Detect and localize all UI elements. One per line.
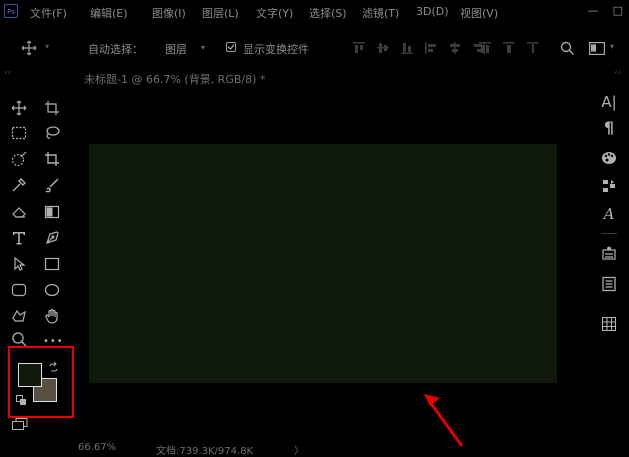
minimize-button[interactable]: — bbox=[588, 4, 599, 17]
document-tab[interactable]: 未标题-1 @ 66.7% (背景, RGB/8) * bbox=[84, 71, 265, 87]
status-doc-info: 文档:739.3K/974.8K bbox=[156, 446, 254, 457]
distribute-buttons bbox=[478, 41, 540, 55]
move-tool-preset-icon[interactable] bbox=[20, 39, 38, 57]
menu-file[interactable]: 文件(F) bbox=[30, 5, 67, 21]
menu-bar: Ps 文件(F) 编辑(E) 图像(I) 图层(L) 文字(Y) 选择(S) 滤… bbox=[0, 0, 629, 26]
custom-shape-tool-icon[interactable] bbox=[10, 307, 28, 325]
color-palette-icon[interactable] bbox=[599, 148, 619, 168]
collapse-panel-icon[interactable]: ‹‹ bbox=[614, 68, 621, 78]
search-icon[interactable] bbox=[560, 41, 575, 59]
status-zoom[interactable]: 66.67% bbox=[78, 442, 116, 453]
chevron-down-icon[interactable]: ▾ bbox=[201, 43, 205, 52]
chevron-down-icon[interactable]: ▾ bbox=[610, 42, 614, 51]
quick-selection-tool-icon[interactable] bbox=[10, 150, 28, 168]
properties-icon[interactable] bbox=[599, 274, 619, 294]
ellipse-tool-icon[interactable] bbox=[43, 281, 61, 299]
window-controls: — □ bbox=[588, 4, 629, 17]
align-bottom-icon[interactable] bbox=[400, 41, 414, 55]
artboard-tool-icon[interactable] bbox=[43, 99, 61, 117]
show-transform-checkbox[interactable] bbox=[226, 42, 236, 52]
menu-3d[interactable]: 3D(D) bbox=[416, 5, 449, 18]
menu-select[interactable]: 选择(S) bbox=[309, 5, 347, 21]
lasso-tool-icon[interactable] bbox=[43, 124, 61, 142]
pen-tool-icon[interactable] bbox=[43, 229, 61, 247]
rectangle-tool-icon[interactable] bbox=[43, 255, 61, 273]
eyedropper-tool-icon[interactable] bbox=[10, 176, 28, 194]
marquee-tool-icon[interactable] bbox=[10, 124, 28, 142]
path-selection-tool-icon[interactable] bbox=[10, 255, 28, 273]
menu-filter[interactable]: 滤镜(T) bbox=[362, 5, 399, 21]
document-canvas[interactable] bbox=[89, 144, 557, 383]
color-swatches-highlight bbox=[8, 346, 74, 418]
app-logo: Ps bbox=[4, 4, 18, 18]
menu-layer[interactable]: 图层(L) bbox=[202, 5, 239, 21]
align-top-icon[interactable] bbox=[352, 41, 366, 55]
auto-select-label: 自动选择： bbox=[88, 43, 143, 56]
eraser-tool-icon[interactable] bbox=[10, 203, 28, 221]
distribute-middle-icon[interactable] bbox=[502, 41, 516, 55]
auto-select-dropdown[interactable]: 图层 bbox=[165, 41, 187, 57]
align-center-icon[interactable] bbox=[448, 41, 462, 55]
grid-panel-icon[interactable] bbox=[599, 314, 619, 334]
align-left-icon[interactable] bbox=[424, 41, 438, 55]
character-panel-icon[interactable]: A| bbox=[599, 92, 619, 112]
paragraph-panel-icon[interactable]: ¶ bbox=[599, 118, 619, 138]
layers-comp-icon[interactable] bbox=[599, 244, 619, 264]
screen-mode-icon[interactable] bbox=[12, 418, 28, 433]
menu-type[interactable]: 文字(Y) bbox=[256, 5, 293, 21]
menu-edit[interactable]: 编辑(E) bbox=[90, 5, 128, 21]
chevron-down-icon[interactable]: ▾ bbox=[45, 42, 49, 51]
menu-view[interactable]: 视图(V) bbox=[460, 5, 498, 21]
maximize-button[interactable]: □ bbox=[613, 4, 623, 17]
hand-tool-icon[interactable] bbox=[43, 307, 61, 325]
align-middle-icon[interactable] bbox=[376, 41, 390, 55]
gradient-tool-icon[interactable] bbox=[43, 203, 61, 221]
type-tool-icon[interactable] bbox=[10, 229, 28, 247]
panel-divider bbox=[601, 233, 617, 234]
distribute-top-icon[interactable] bbox=[478, 41, 492, 55]
adjustments-icon[interactable] bbox=[599, 176, 619, 196]
brush-tool-icon[interactable] bbox=[43, 176, 61, 194]
rounded-rectangle-tool-icon[interactable] bbox=[10, 281, 28, 299]
move-tool-icon[interactable] bbox=[10, 99, 28, 117]
distribute-bottom-icon[interactable] bbox=[526, 41, 540, 55]
crop-tool-icon[interactable] bbox=[43, 150, 61, 168]
annotation-arrow bbox=[424, 394, 464, 447]
status-menu-chevron[interactable]: 〉 bbox=[294, 442, 304, 457]
glyphs-panel-icon[interactable]: A bbox=[599, 204, 619, 224]
align-buttons bbox=[352, 41, 486, 55]
menu-image[interactable]: 图像(I) bbox=[152, 5, 186, 21]
workspace-icon[interactable] bbox=[589, 42, 606, 58]
show-transform-label: 显示变换控件 bbox=[243, 43, 309, 56]
collapse-panel-icon[interactable]: ‹‹ bbox=[4, 68, 11, 78]
